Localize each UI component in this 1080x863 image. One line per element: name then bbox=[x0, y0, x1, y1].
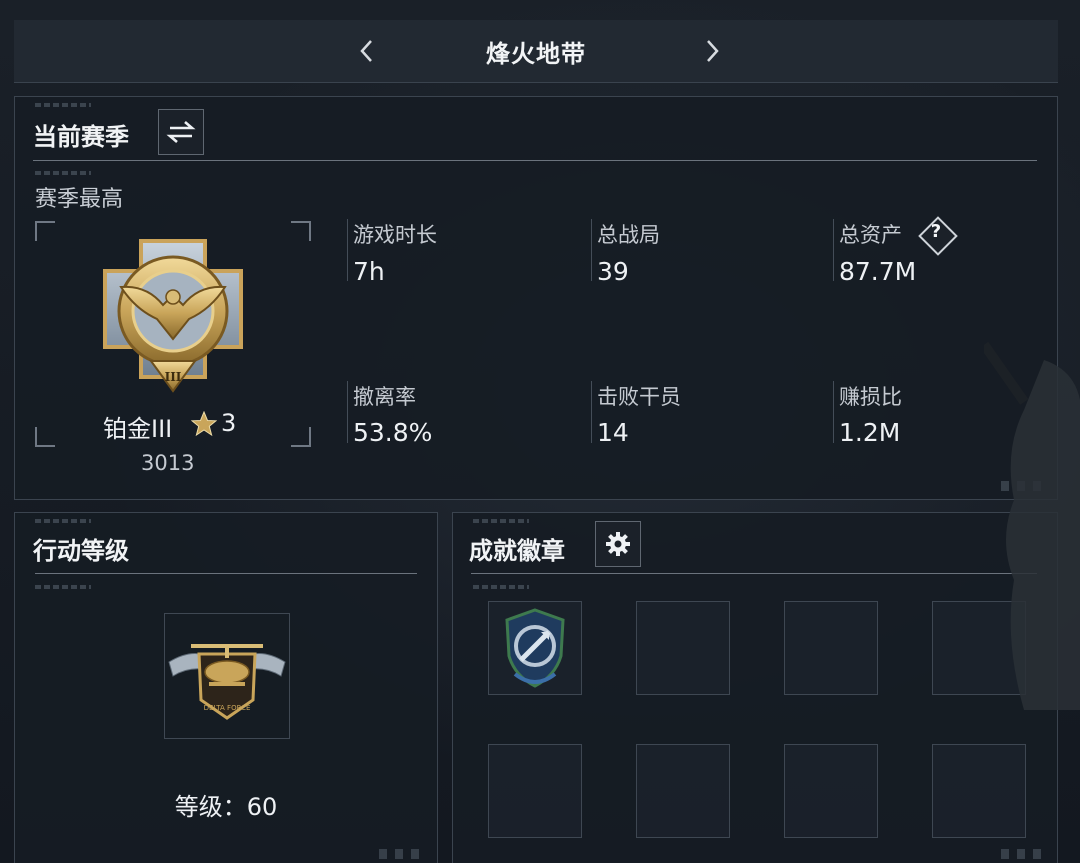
season-panel: 当前赛季 赛季最高 III 铂金III 3 3013 游戏时长 7h 总战局 3… bbox=[14, 96, 1058, 500]
frame-corner bbox=[291, 221, 311, 241]
stat-divider bbox=[347, 219, 348, 281]
season-best-label: 赛季最高 bbox=[35, 187, 124, 212]
frame-corner bbox=[291, 427, 311, 447]
star-icon bbox=[191, 411, 217, 437]
mode-header: 烽火地带 bbox=[14, 20, 1058, 83]
divider bbox=[471, 573, 1037, 574]
stat-label-extraction-rate: 撤离率 bbox=[353, 385, 416, 409]
mode-title: 烽火地带 bbox=[486, 40, 586, 68]
panel-deco bbox=[35, 585, 91, 589]
stat-value-total-matches: 39 bbox=[597, 257, 629, 286]
frame-corner bbox=[35, 427, 55, 447]
achievement-slot[interactable] bbox=[488, 601, 582, 695]
divider bbox=[35, 573, 417, 574]
achievement-slot[interactable] bbox=[784, 601, 878, 695]
achievement-slot[interactable] bbox=[636, 601, 730, 695]
panel-deco bbox=[473, 519, 529, 523]
stat-divider bbox=[591, 381, 592, 443]
swap-icon bbox=[166, 121, 196, 143]
stat-value-extraction-rate: 53.8% bbox=[353, 418, 433, 447]
help-icon: ? bbox=[930, 221, 942, 242]
operator-figure bbox=[984, 341, 1080, 710]
panel-deco bbox=[379, 849, 427, 859]
stat-label-profit-loss: 赚损比 bbox=[839, 385, 902, 409]
gear-icon bbox=[606, 532, 630, 556]
achievement-slot[interactable] bbox=[636, 744, 730, 838]
rank-stars: 3 bbox=[221, 409, 237, 437]
helicopter-level-emblem: DELTA FORCE bbox=[168, 644, 286, 720]
level-title: 行动等级 bbox=[33, 537, 129, 565]
stat-divider bbox=[833, 381, 834, 443]
achievements-title: 成就徽章 bbox=[469, 537, 565, 565]
achievement-badge-shield bbox=[505, 608, 565, 688]
switch-season-button[interactable] bbox=[158, 109, 204, 155]
panel-deco bbox=[1001, 849, 1049, 859]
tier-numeral: III bbox=[165, 370, 182, 384]
divider bbox=[33, 160, 1037, 161]
season-title: 当前赛季 bbox=[33, 123, 129, 151]
level-emblem-frame: DELTA FORCE bbox=[164, 613, 290, 739]
frame-corner bbox=[35, 221, 55, 241]
stat-value-profit-loss: 1.2M bbox=[839, 418, 901, 447]
stat-label-playtime: 游戏时长 bbox=[353, 223, 437, 247]
rank-score: 3013 bbox=[141, 451, 195, 475]
achievement-slot[interactable] bbox=[488, 744, 582, 838]
panel-deco bbox=[473, 585, 529, 589]
achievement-settings-button[interactable] bbox=[595, 521, 641, 567]
stat-value-operators-defeated: 14 bbox=[597, 418, 629, 447]
stat-label-operators-defeated: 击败干员 bbox=[597, 385, 681, 409]
stat-value-total-assets: 87.7M bbox=[839, 257, 917, 286]
chevron-right-icon bbox=[707, 40, 719, 62]
stat-divider bbox=[591, 219, 592, 281]
panel-deco bbox=[35, 519, 91, 523]
stat-divider bbox=[347, 381, 348, 443]
panel-deco bbox=[35, 171, 91, 175]
level-value: 等级：60 bbox=[174, 793, 278, 821]
svg-text:DELTA FORCE: DELTA FORCE bbox=[204, 704, 251, 712]
achievements-panel: 成就徽章 bbox=[452, 512, 1058, 863]
stat-divider bbox=[833, 219, 834, 281]
stat-label-total-assets: 总资产 bbox=[839, 223, 902, 247]
stat-value-playtime: 7h bbox=[353, 257, 385, 286]
next-mode-button[interactable] bbox=[697, 34, 727, 68]
stat-label-total-matches: 总战局 bbox=[597, 223, 660, 247]
achievement-slot[interactable] bbox=[784, 744, 878, 838]
achievement-slot[interactable] bbox=[932, 744, 1026, 838]
rank-name: 铂金III bbox=[103, 415, 173, 443]
level-panel: 行动等级 DELTA FORCE 等级：60 bbox=[14, 512, 438, 863]
panel-deco bbox=[35, 103, 91, 107]
platinum-rank-emblem: III bbox=[103, 239, 243, 393]
